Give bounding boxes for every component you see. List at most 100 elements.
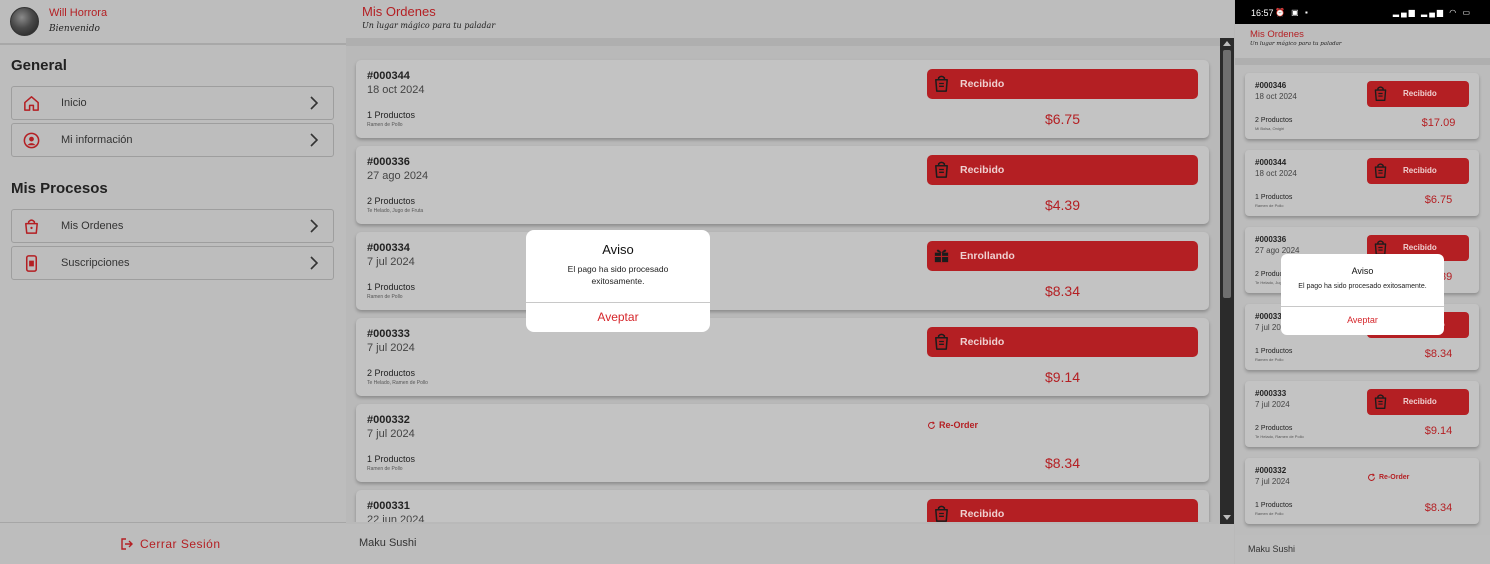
sidebar-item-mi-informacion[interactable]: Mi información xyxy=(11,123,334,157)
sidebar-footer: Cerrar Sesión xyxy=(0,522,346,564)
orders-list[interactable]: #000344 18 oct 2024 1 Productos Ramen de Po… xyxy=(346,46,1220,522)
order-card[interactable]: #000333 7 jul 2024 2 Productos Te Helado, R… xyxy=(1245,381,1479,447)
order-date: 18 oct 2024 xyxy=(1255,169,1297,178)
order-card[interactable]: #000344 18 oct 2024 1 Productos Ramen de Po… xyxy=(1245,150,1479,216)
status-badge: Recibido xyxy=(1367,389,1469,415)
phone-preview: 16:57 ⏰ ▣ ▪ ▂▄▆ ▂▄▆ ◠ ▭ Mis Ordenes Un l… xyxy=(1235,0,1490,564)
bag-icon xyxy=(1372,85,1389,102)
dialog-title: Aviso xyxy=(602,242,634,257)
order-product-count: 1 Productos xyxy=(1255,348,1293,355)
order-items: Ramen de Pollo xyxy=(367,294,403,300)
order-card[interactable]: #000334 7 jul 2024 1 Productos Ramen de Pol… xyxy=(356,232,1209,310)
reorder-button[interactable]: Re-Order xyxy=(927,420,978,430)
order-date: 18 oct 2024 xyxy=(367,84,425,96)
bag-icon xyxy=(932,160,951,179)
order-product-count: 2 Productos xyxy=(1255,117,1293,124)
page-subtitle: Un lugar mágico para tu paladar xyxy=(362,21,496,30)
order-price: $8.34 xyxy=(1044,283,1081,299)
order-id: #000344 xyxy=(367,70,410,82)
order-id: #000331 xyxy=(367,500,410,512)
scroll-up-arrow[interactable] xyxy=(1223,41,1231,46)
bag-icon xyxy=(932,332,951,351)
alert-dialog: Aviso El pago ha sido procesado exitosam… xyxy=(526,230,710,332)
order-items: Te Helado, Ramen de Pollo xyxy=(367,380,428,386)
dialog-message: El pago ha sido procesado exitosamente. xyxy=(567,264,669,286)
order-price: $6.75 xyxy=(1424,194,1453,206)
order-price: $8.34 xyxy=(1044,455,1081,471)
reorder-label: Re-Order xyxy=(1379,474,1410,481)
main-content: Mis Ordenes Un lugar mágico para tu pala… xyxy=(346,0,1234,564)
main-header: Mis Ordenes Un lugar mágico para tu pala… xyxy=(346,0,1234,38)
order-card[interactable]: #000332 7 jul 2024 1 Productos Ramen de Pol… xyxy=(356,404,1209,482)
scroll-thumb[interactable] xyxy=(1223,50,1231,298)
sidebar-item-suscripciones[interactable]: Suscripciones xyxy=(11,246,334,280)
phone-header-divider xyxy=(1235,58,1490,65)
status-badge: Recibido xyxy=(1367,158,1469,184)
order-items: Mi Bolsa, Onigiri xyxy=(1255,126,1285,131)
sidebar-item-mis-ordenes[interactable]: Mis Ordenes xyxy=(11,209,334,243)
chevron-right-icon xyxy=(310,96,319,110)
refresh-icon xyxy=(927,420,936,430)
dialog-accept-button[interactable]: Aveptar xyxy=(1281,315,1444,325)
phone-footer: Maku Sushi xyxy=(1235,535,1490,564)
order-id: #000333 xyxy=(367,328,410,340)
dialog-accept-button[interactable]: Aveptar xyxy=(526,310,710,324)
sidebar: Will Horrora Bienvenido General Inicio M… xyxy=(0,0,346,564)
dialog-divider xyxy=(526,302,710,303)
profile-header: Will Horrora Bienvenido xyxy=(0,0,346,45)
status-label: Recibido xyxy=(960,164,1005,176)
logout-icon xyxy=(121,538,133,550)
avatar[interactable] xyxy=(10,7,39,36)
bag-icon xyxy=(1372,393,1389,410)
main-footer: Maku Sushi xyxy=(346,524,1234,564)
order-card[interactable]: #000336 27 ago 2024 2 Productos Te Helado, … xyxy=(356,146,1209,224)
scroll-down-arrow[interactable] xyxy=(1223,515,1231,520)
order-card[interactable]: #000344 18 oct 2024 1 Productos Ramen de Po… xyxy=(356,60,1209,138)
order-items: Ramen de Pollo xyxy=(367,122,403,128)
chevron-right-icon xyxy=(310,219,319,233)
order-card[interactable]: #000333 7 jul 2024 2 Productos Te Helado, R… xyxy=(356,318,1209,396)
order-price: $4.39 xyxy=(1044,197,1081,213)
sidebar-item-inicio[interactable]: Inicio xyxy=(11,86,334,120)
status-badge: Recibido xyxy=(927,69,1198,99)
order-id: #000344 xyxy=(1255,158,1287,167)
order-items: Ramen de Pollo xyxy=(1255,203,1284,208)
order-id: #000333 xyxy=(1255,389,1287,398)
order-product-count: 1 Productos xyxy=(1255,502,1293,509)
logout-button[interactable]: Cerrar Sesión xyxy=(120,537,221,551)
status-system-icons: ▂▄▆ ▂▄▆ ◠ ▭ xyxy=(1392,8,1472,17)
status-time: 16:57 xyxy=(1251,8,1274,18)
dialog-title: Aviso xyxy=(1351,266,1374,276)
header-divider xyxy=(346,38,1220,46)
order-items: Te Helado, Jugo de Fruta xyxy=(367,208,424,214)
shopping-bag-icon xyxy=(25,219,38,234)
status-badge: Recibido xyxy=(1367,81,1469,107)
status-notification-icons: ⏰ ▣ ▪ xyxy=(1275,8,1310,17)
sidebar-item-label: Suscripciones xyxy=(61,257,130,269)
order-items: Te Helado, Ramen de Pollo xyxy=(1255,434,1304,439)
order-id: #000332 xyxy=(1255,466,1287,475)
status-badge: Enrollando xyxy=(927,241,1198,271)
order-card[interactable]: #000332 7 jul 2024 1 Productos Ramen de Pol… xyxy=(1245,458,1479,524)
order-items: Ramen de Pollo xyxy=(1255,357,1284,362)
phone-card-icon xyxy=(25,255,38,272)
order-price: $8.34 xyxy=(1424,502,1453,514)
sidebar-item-label: Mi información xyxy=(61,134,133,146)
scrollbar[interactable] xyxy=(1220,38,1234,524)
order-date: 7 jul 2024 xyxy=(367,256,415,268)
order-id: #000332 xyxy=(367,414,410,426)
status-label: Enrollando xyxy=(960,250,1015,262)
order-price: $9.14 xyxy=(1424,425,1453,437)
order-card[interactable]: #000331 22 jun 2024 Recibido xyxy=(356,490,1209,522)
order-price: $17.09 xyxy=(1421,117,1456,129)
user-circle-icon xyxy=(23,132,40,149)
phone-page-subtitle: Un lugar mágico para tu paladar xyxy=(1250,41,1342,47)
order-date: 27 ago 2024 xyxy=(367,170,429,182)
section-title-general: General xyxy=(11,57,67,74)
status-badge: Recibido xyxy=(927,155,1198,185)
logout-label: Cerrar Sesión xyxy=(140,537,221,551)
reorder-button[interactable]: Re-Order xyxy=(1367,473,1409,482)
order-card[interactable]: #000346 18 oct 2024 2 Productos Mi Bolsa, O… xyxy=(1245,73,1479,139)
box-icon xyxy=(932,246,951,265)
order-price: $9.14 xyxy=(1044,369,1081,385)
